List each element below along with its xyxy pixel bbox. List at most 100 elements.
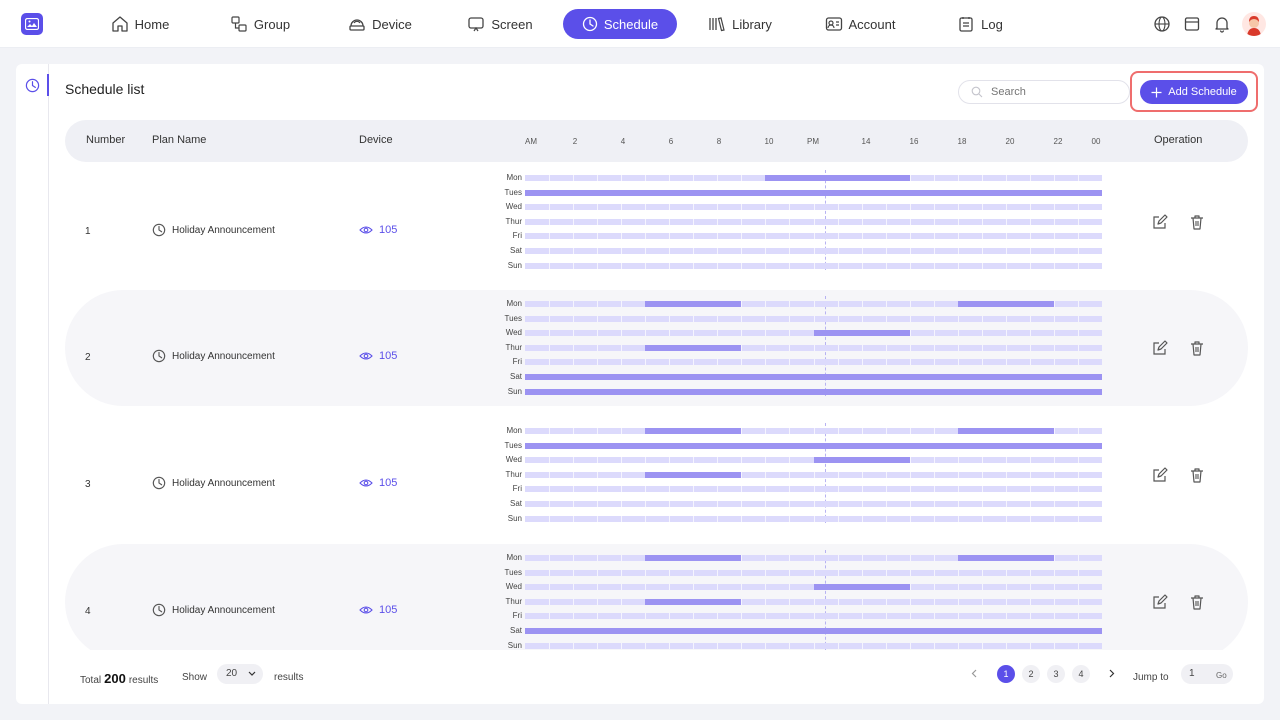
page-size-select[interactable]: 20	[217, 664, 263, 684]
schedule-segment[interactable]	[813, 330, 910, 337]
schedule-segment[interactable]	[957, 555, 1054, 561]
total-count: 200	[104, 671, 126, 686]
hour-gridline	[861, 262, 863, 269]
hour-gridline	[741, 262, 743, 269]
hour-gridline	[645, 457, 647, 464]
hour-gridline	[789, 233, 791, 240]
schedule-segment[interactable]	[813, 457, 910, 464]
day-label: Sat	[509, 372, 522, 381]
device-count: 105	[379, 224, 398, 236]
edit-button[interactable]	[1152, 214, 1168, 230]
page-3-button[interactable]: 3	[1047, 665, 1065, 683]
clock-icon[interactable]	[25, 78, 40, 93]
edit-button[interactable]	[1152, 340, 1168, 356]
schedule-segment[interactable]	[525, 628, 1102, 634]
nav-screen[interactable]: Screen	[440, 9, 560, 39]
plan-name-cell[interactable]: Holiday Announcement	[152, 603, 275, 617]
schedule-day-row: Sun	[501, 387, 1103, 397]
device-count: 105	[379, 604, 398, 616]
weekly-schedule-timeline: Mon Tues Wed Thur Fri Sat Sun	[501, 170, 1103, 274]
day-track	[525, 486, 1102, 493]
plan-name-cell[interactable]: Holiday Announcement	[152, 476, 275, 490]
hour-gridline	[573, 359, 575, 366]
hour-gridline	[741, 428, 743, 434]
schedule-segment[interactable]	[813, 584, 910, 591]
schedule-segment[interactable]	[957, 301, 1054, 307]
schedule-segment[interactable]	[525, 374, 1102, 380]
hour-gridline	[789, 486, 791, 493]
schedule-segment[interactable]	[957, 428, 1054, 434]
hour-gridline	[669, 584, 671, 591]
device-count-link[interactable]: 105	[359, 477, 397, 489]
schedule-segment[interactable]	[525, 189, 1102, 196]
delete-button[interactable]	[1189, 340, 1205, 356]
search-box[interactable]	[958, 80, 1130, 104]
nav-group[interactable]: Group	[200, 9, 320, 39]
schedule-segment[interactable]	[645, 555, 742, 561]
nav-device[interactable]: Device	[320, 9, 440, 39]
edit-button[interactable]	[1152, 594, 1168, 610]
delete-button[interactable]	[1189, 594, 1205, 610]
nav-schedule[interactable]: Schedule	[563, 9, 677, 39]
plan-name-cell[interactable]: Holiday Announcement	[152, 223, 275, 237]
hour-gridline	[861, 428, 863, 434]
hour-gridline	[1029, 175, 1031, 181]
schedule-segment[interactable]	[765, 175, 910, 181]
schedule-segment[interactable]	[645, 598, 742, 605]
time-tick: 10	[764, 137, 774, 146]
edit-button[interactable]	[1152, 467, 1168, 483]
schedule-segment[interactable]	[645, 471, 742, 478]
hour-gridline	[1077, 471, 1079, 478]
delete-button[interactable]	[1189, 467, 1205, 483]
schedule-segment[interactable]	[645, 428, 742, 434]
day-label: Thur	[505, 216, 522, 226]
device-count-link[interactable]: 105	[359, 224, 397, 236]
hour-gridline	[885, 501, 887, 507]
edit-icon	[1153, 340, 1168, 355]
schedule-day-row: Wed	[501, 202, 1103, 212]
clock-icon	[152, 223, 166, 237]
store-button[interactable]	[1182, 14, 1202, 34]
go-button[interactable]: Go	[1216, 671, 1227, 680]
delete-button[interactable]	[1189, 214, 1205, 230]
nav-log[interactable]: Log	[920, 9, 1040, 39]
notifications-button[interactable]	[1212, 14, 1232, 34]
hour-gridline	[621, 613, 623, 620]
nav-home[interactable]: Home	[80, 9, 200, 39]
schedule-segment[interactable]	[525, 388, 1102, 395]
schedule-segment[interactable]	[645, 344, 742, 351]
plan-name-cell[interactable]: Holiday Announcement	[152, 349, 275, 363]
schedule-segment[interactable]	[645, 301, 742, 307]
hour-gridline	[837, 598, 839, 605]
hour-gridline	[573, 218, 575, 225]
device-count-link[interactable]: 105	[359, 604, 397, 616]
hour-gridline	[645, 515, 647, 522]
day-label: Sun	[507, 640, 522, 650]
page-2-button[interactable]: 2	[1022, 665, 1040, 683]
schedule-segment[interactable]	[525, 442, 1102, 449]
next-page-button[interactable]	[1103, 665, 1121, 683]
add-schedule-button[interactable]: Add Schedule	[1140, 80, 1248, 104]
page-4-button[interactable]: 4	[1072, 665, 1090, 683]
search-input[interactable]	[991, 86, 1111, 98]
hour-gridline	[1029, 515, 1031, 522]
hour-gridline	[885, 486, 887, 493]
nav-library[interactable]: Library	[680, 9, 800, 39]
avatar[interactable]	[1242, 12, 1266, 36]
language-button[interactable]	[1152, 14, 1172, 34]
hour-gridline	[693, 359, 695, 366]
hour-gridline	[1053, 501, 1055, 507]
hour-gridline	[981, 569, 983, 576]
hour-gridline	[1005, 175, 1007, 181]
hour-gridline	[717, 233, 719, 240]
hour-gridline	[573, 457, 575, 464]
nav-account[interactable]: Account	[800, 9, 920, 39]
hour-gridline	[741, 501, 743, 507]
device-count-link[interactable]: 105	[359, 350, 397, 362]
hour-gridline	[621, 486, 623, 493]
hour-gridline	[597, 584, 599, 591]
hour-gridline	[693, 569, 695, 576]
prev-page-button[interactable]	[965, 665, 983, 683]
app-logo[interactable]	[21, 13, 43, 35]
page-1-button[interactable]: 1	[997, 665, 1015, 683]
